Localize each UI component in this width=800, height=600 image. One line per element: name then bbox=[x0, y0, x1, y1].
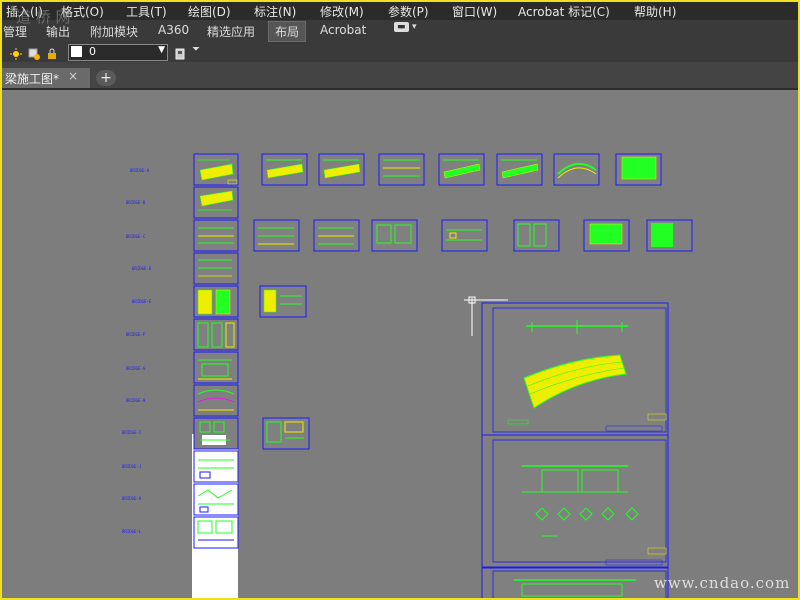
layer-freeze-icon[interactable] bbox=[28, 45, 40, 60]
sheet-thumb[interactable] bbox=[496, 153, 543, 186]
close-icon[interactable]: × bbox=[68, 69, 78, 83]
layer-name: 0 bbox=[89, 45, 96, 58]
document-tab[interactable]: 梁施工图* × bbox=[2, 68, 90, 88]
menu-modify[interactable]: 修改(M) bbox=[320, 3, 364, 20]
app-window: 插入(I) 格式(O) 工具(T) 绘图(D) 标注(N) 修改(M) 参数(P… bbox=[0, 0, 800, 600]
menu-help[interactable]: 帮助(H) bbox=[634, 3, 676, 20]
sheet-thumb[interactable] bbox=[371, 219, 418, 252]
sheet-thumb[interactable] bbox=[193, 318, 239, 351]
sheet-thumb[interactable] bbox=[193, 153, 239, 186]
sheet-thumb[interactable] bbox=[253, 219, 300, 252]
menu-parameters[interactable]: 参数(P) bbox=[388, 3, 429, 20]
sheet-thumb[interactable] bbox=[193, 351, 239, 384]
sheet-label: BRIDGE-G bbox=[126, 366, 146, 371]
sheet-thumb[interactable] bbox=[193, 450, 239, 483]
sheet-thumb[interactable] bbox=[441, 219, 488, 252]
menu-tools[interactable]: 工具(T) bbox=[126, 3, 167, 20]
sheet-large[interactable] bbox=[481, 302, 669, 436]
sun-icon[interactable] bbox=[10, 45, 22, 60]
tab-featured-apps[interactable]: 精选应用 bbox=[207, 23, 255, 40]
chevron-down-icon: ▼ bbox=[158, 45, 165, 55]
workspace-toggle-icon[interactable]: ▬ bbox=[394, 22, 409, 32]
sheet-label: BRIDGE-L bbox=[122, 529, 142, 534]
sheet-thumb[interactable] bbox=[193, 285, 239, 318]
sheet-thumb[interactable] bbox=[646, 219, 693, 252]
sheet-stack bbox=[193, 153, 239, 549]
sheet-label: BRIDGE-H bbox=[126, 398, 146, 403]
layer-toolbar: 0 ▼ ⏷ bbox=[2, 42, 798, 63]
sheet-label: BRIDGE-F bbox=[126, 332, 146, 337]
sheet-label: BRIDGE-I bbox=[122, 430, 142, 435]
sheet-thumb[interactable] bbox=[193, 384, 239, 417]
tab-acrobat[interactable]: Acrobat bbox=[320, 23, 366, 37]
make-current-layer-icon[interactable] bbox=[174, 45, 186, 60]
new-tab-button[interactable]: + bbox=[96, 70, 116, 86]
customize-toolbar-icon[interactable]: ⏷ bbox=[192, 44, 204, 56]
sheet-thumb[interactable] bbox=[193, 252, 239, 285]
sheet-thumb[interactable] bbox=[438, 153, 485, 186]
sheet-thumb[interactable] bbox=[378, 153, 425, 186]
drawing-sheets: BRIDGE-A BRIDGE-B BRIDGE-C BRIDGE-D BRID… bbox=[122, 153, 693, 598]
menu-draw[interactable]: 绘图(D) bbox=[188, 3, 231, 20]
sheet-large[interactable] bbox=[481, 567, 669, 598]
sheet-thumb[interactable] bbox=[513, 219, 560, 252]
sheet-row-second bbox=[253, 219, 693, 252]
sheet-label: BRIDGE-J bbox=[122, 464, 141, 469]
sheet-thumb[interactable] bbox=[553, 153, 600, 186]
sheet-label: BRIDGE-A bbox=[130, 168, 150, 173]
sheet-label: BRIDGE-C bbox=[126, 234, 146, 239]
tab-layout[interactable]: 布局 bbox=[268, 21, 307, 42]
chevron-down-icon[interactable]: ▾ bbox=[412, 22, 417, 32]
sheet-thumb[interactable] bbox=[318, 153, 365, 186]
layer-color-swatch bbox=[71, 46, 82, 57]
sheet-row-top bbox=[261, 153, 662, 186]
sheet-thumb[interactable] bbox=[193, 417, 239, 450]
sheet-thumb[interactable] bbox=[583, 219, 630, 252]
sheet-thumb[interactable] bbox=[262, 417, 310, 450]
sheet-thumb[interactable] bbox=[193, 219, 239, 252]
document-title: 梁施工图* bbox=[5, 72, 60, 86]
sheet-label: BRIDGE-B bbox=[126, 200, 146, 205]
menu-dimension[interactable]: 标注(N) bbox=[254, 3, 296, 20]
drawing-canvas[interactable]: BRIDGE-A BRIDGE-B BRIDGE-C BRIDGE-D BRID… bbox=[2, 8, 798, 598]
sheet-thumb[interactable] bbox=[193, 483, 239, 516]
sheet-thumb[interactable] bbox=[259, 285, 307, 318]
layer-dropdown[interactable]: 0 ▼ bbox=[68, 44, 168, 61]
sheet-thumb[interactable] bbox=[313, 219, 360, 252]
lock-icon[interactable] bbox=[46, 45, 58, 59]
menu-window[interactable]: 窗口(W) bbox=[452, 3, 497, 20]
sheet-thumb[interactable] bbox=[193, 516, 239, 549]
menu-acrobat-markup[interactable]: Acrobat 标记(C) bbox=[518, 3, 610, 20]
logo-watermark: 道 桥 网 bbox=[16, 8, 71, 26]
tab-addins[interactable]: 附加模块 bbox=[90, 23, 138, 40]
sheet-label: BRIDGE-E bbox=[132, 299, 152, 304]
menu-bar: 插入(I) 格式(O) 工具(T) 绘图(D) 标注(N) 修改(M) 参数(P… bbox=[2, 2, 798, 20]
sheet-label-group: BRIDGE-A BRIDGE-B BRIDGE-C BRIDGE-D BRID… bbox=[122, 168, 152, 534]
sheet-thumb[interactable] bbox=[615, 153, 662, 186]
sheet-large[interactable] bbox=[481, 434, 669, 568]
tab-a360[interactable]: A360 bbox=[158, 23, 189, 37]
ribbon-tabs: 管理 输出 附加模块 A360 精选应用 布局 Acrobat ▬ ▾ bbox=[2, 20, 798, 43]
file-tab-bar: 梁施工图* × + bbox=[2, 62, 798, 90]
sheet-label: BRIDGE-K bbox=[122, 496, 142, 501]
site-watermark: www.cndao.com bbox=[654, 574, 791, 592]
sheet-thumb[interactable] bbox=[193, 186, 239, 219]
sheet-thumb[interactable] bbox=[261, 153, 308, 186]
sheet-label: BRIDGE-D bbox=[132, 266, 152, 271]
